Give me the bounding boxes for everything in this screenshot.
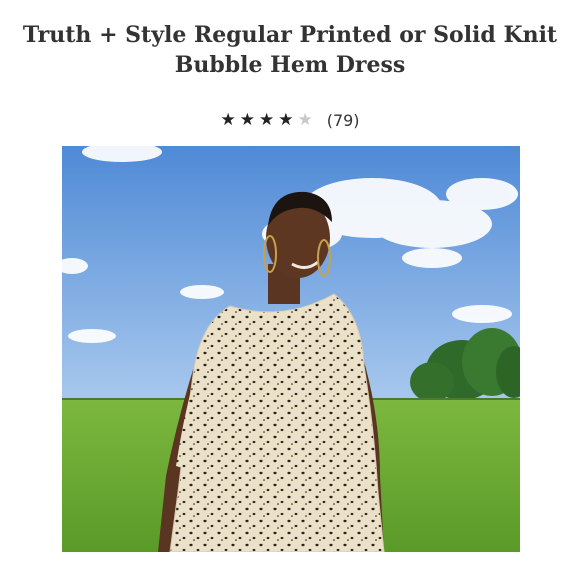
rating-row[interactable]: ★ ★ ★ ★ ★ (79): [0, 108, 580, 132]
star-icon-1: ★: [220, 110, 236, 130]
product-title-line-2: Bubble Hem Dress: [174, 52, 406, 78]
star-rating: ★ ★ ★ ★ ★: [220, 110, 312, 130]
product-title: Truth + Style Regular Printed or Solid K…: [10, 20, 570, 80]
product-title-line-1: Truth + Style Regular Printed or Solid K…: [22, 22, 558, 48]
star-icon-2: ★: [239, 110, 255, 130]
star-icon-3: ★: [258, 110, 275, 130]
star-empty-icon-5: ★: [297, 110, 313, 130]
star-icon-4: ★: [278, 110, 294, 130]
review-count-link[interactable]: (79): [327, 111, 360, 130]
product-image[interactable]: [62, 146, 520, 552]
